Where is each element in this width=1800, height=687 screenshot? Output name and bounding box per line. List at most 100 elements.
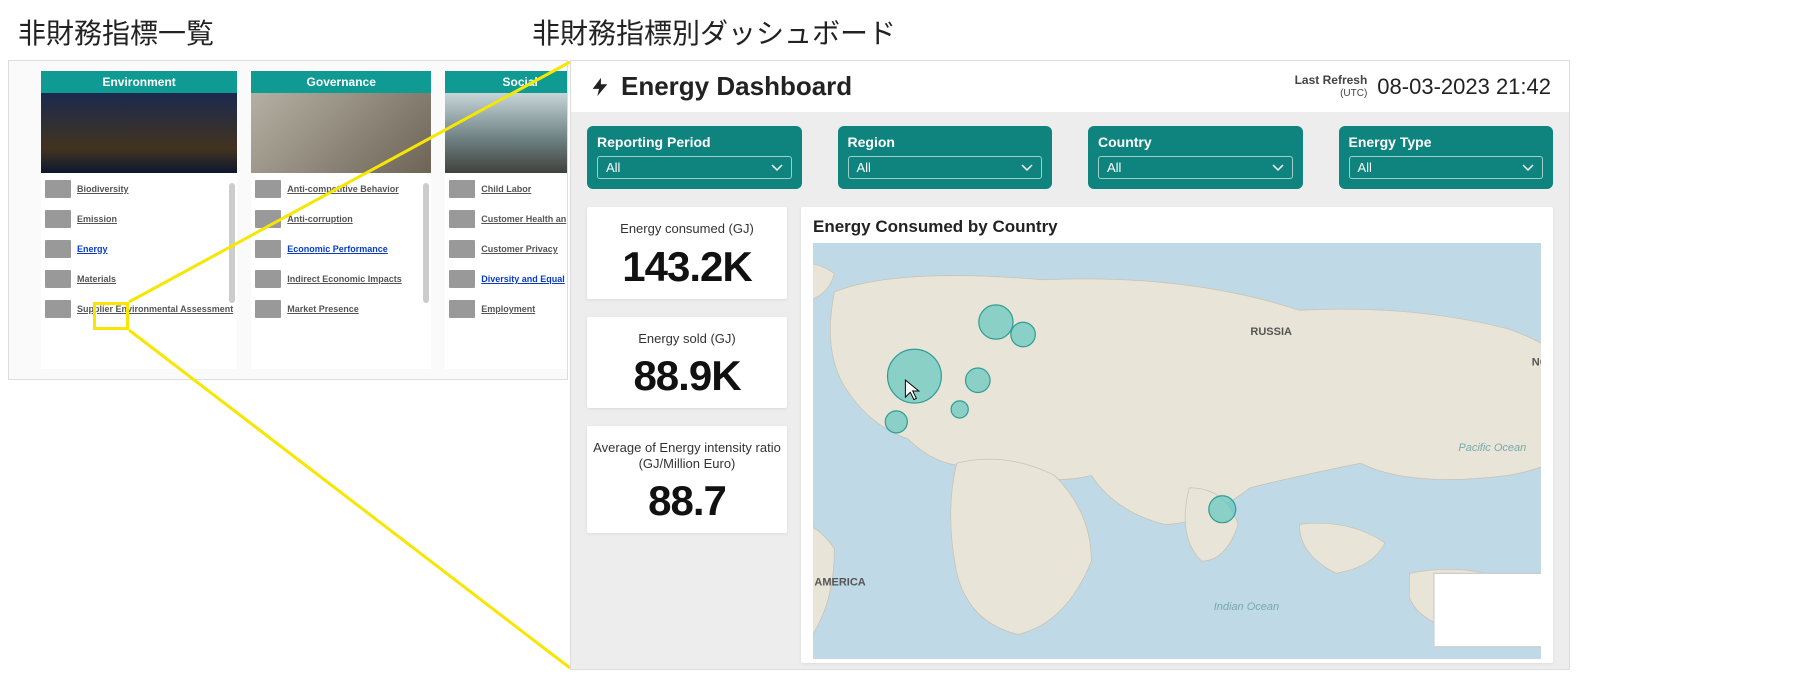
item-customer-privacy[interactable]: Customer Privacy xyxy=(447,237,568,261)
col-header-social: Social xyxy=(445,71,568,93)
item-label: Customer Privacy xyxy=(481,244,558,254)
filter-select-region[interactable]: All xyxy=(848,156,1043,179)
filter-value: All xyxy=(1107,160,1121,175)
col-image-social xyxy=(445,93,568,173)
col-list-environment: Biodiversity Emission Energy Materials S… xyxy=(41,173,237,369)
kpi-value: 88.7 xyxy=(593,477,781,525)
thumb-icon xyxy=(449,180,475,198)
map-legend-box xyxy=(1434,573,1541,646)
thumb-icon xyxy=(449,300,475,318)
world-map[interactable]: RUSSIA NORTH AMERICA SOUTH AMERICA AUSTR… xyxy=(813,243,1541,659)
filter-row: Reporting Period All Region All Country … xyxy=(571,112,1569,207)
label-south-america: SOUTH AMERICA xyxy=(813,577,866,589)
item-supplier-env[interactable]: Supplier Environmental Assessment xyxy=(43,297,235,321)
label-indian-ocean: Indian Ocean xyxy=(1214,601,1279,613)
filter-reporting-period: Reporting Period All xyxy=(587,126,802,189)
item-label: Supplier Environmental Assessment xyxy=(77,304,233,314)
dashboard-title-text: Energy Dashboard xyxy=(621,71,852,102)
col-list-governance: Anti-competitive Behavior Anti-corruptio… xyxy=(251,173,431,369)
col-image-governance xyxy=(251,93,431,173)
item-economic-performance[interactable]: Economic Performance xyxy=(253,237,429,261)
item-label: Child Labor xyxy=(481,184,531,194)
bubble-scandinavia[interactable] xyxy=(979,305,1013,339)
last-refresh: Last Refresh (UTC) 08-03-2023 21:42 xyxy=(1295,74,1551,100)
kpi-energy-consumed[interactable]: Energy consumed (GJ) 143.2K xyxy=(587,207,787,299)
filter-label: Region xyxy=(848,134,1043,150)
thumb-icon xyxy=(255,210,281,228)
item-biodiversity[interactable]: Biodiversity xyxy=(43,177,235,201)
filter-label: Reporting Period xyxy=(597,134,792,150)
item-label: Indirect Economic Impacts xyxy=(287,274,402,284)
col-header-governance: Governance xyxy=(251,71,431,93)
dashboard-title: Energy Dashboard xyxy=(589,71,852,102)
last-refresh-label: Last Refresh (UTC) xyxy=(1295,74,1368,98)
thumb-icon xyxy=(449,210,475,228)
catalogue-col-social: Social Child Labor Customer Health an Cu… xyxy=(445,71,568,369)
last-refresh-value: 08-03-2023 21:42 xyxy=(1377,74,1551,100)
chevron-down-icon xyxy=(771,162,783,174)
scrollbar[interactable] xyxy=(423,183,429,303)
filter-region: Region All xyxy=(838,126,1053,189)
thumb-icon xyxy=(255,180,281,198)
kpi-energy-intensity[interactable]: Average of Energy intensity ratio (GJ/Mi… xyxy=(587,426,787,533)
thumb-icon xyxy=(45,240,71,258)
item-child-labor[interactable]: Child Labor xyxy=(447,177,568,201)
map-title: Energy Consumed by Country xyxy=(813,217,1541,237)
item-label: Customer Health an xyxy=(481,214,566,224)
thumb-icon xyxy=(255,270,281,288)
filter-select-energy-type[interactable]: All xyxy=(1349,156,1544,179)
item-label: Economic Performance xyxy=(287,244,388,254)
item-label: Market Presence xyxy=(287,304,359,314)
label-russia: RUSSIA xyxy=(1250,326,1292,338)
chevron-down-icon xyxy=(1021,162,1033,174)
bubble-iberia[interactable] xyxy=(885,411,907,433)
filter-value: All xyxy=(1358,160,1372,175)
kpi-column: Energy consumed (GJ) 143.2K Energy sold … xyxy=(587,207,787,663)
kpi-value: 143.2K xyxy=(593,243,781,291)
item-employment[interactable]: Employment xyxy=(447,297,568,321)
item-label: Energy xyxy=(77,244,108,254)
item-customer-health[interactable]: Customer Health an xyxy=(447,207,568,231)
bubble-south-eu[interactable] xyxy=(951,401,968,418)
col-image-environment xyxy=(41,93,237,173)
item-market-presence[interactable]: Market Presence xyxy=(253,297,429,321)
thumb-icon xyxy=(45,300,71,318)
item-anticompetitive[interactable]: Anti-competitive Behavior xyxy=(253,177,429,201)
chevron-down-icon xyxy=(1272,162,1284,174)
item-anticorruption[interactable]: Anti-corruption xyxy=(253,207,429,231)
bubble-central-eu[interactable] xyxy=(966,368,990,392)
item-label: Diversity and Equal xyxy=(481,274,565,284)
item-indirect-econ[interactable]: Indirect Economic Impacts xyxy=(253,267,429,291)
item-label: Biodiversity xyxy=(77,184,129,194)
item-label: Employment xyxy=(481,304,535,314)
bubble-india[interactable] xyxy=(1209,496,1236,523)
item-diversity[interactable]: Diversity and Equal xyxy=(447,267,568,291)
filter-country: Country All xyxy=(1088,126,1303,189)
filter-label: Country xyxy=(1098,134,1293,150)
kpi-title: Energy consumed (GJ) xyxy=(593,221,781,237)
scrollbar[interactable] xyxy=(229,183,235,303)
bolt-icon xyxy=(589,74,611,100)
item-emission[interactable]: Emission xyxy=(43,207,235,231)
kpi-title: Average of Energy intensity ratio (GJ/Mi… xyxy=(593,440,781,471)
item-materials[interactable]: Materials xyxy=(43,267,235,291)
thumb-icon xyxy=(255,240,281,258)
kpi-energy-sold[interactable]: Energy sold (GJ) 88.9K xyxy=(587,317,787,409)
chevron-down-icon xyxy=(1522,162,1534,174)
thumb-icon xyxy=(45,180,71,198)
bubble-scand-small[interactable] xyxy=(1011,322,1035,346)
dashboard-heading: 非財務指標別ダッシュボード xyxy=(532,12,896,52)
filter-select-country[interactable]: All xyxy=(1098,156,1293,179)
catalogue-col-governance: Governance Anti-competitive Behavior Ant… xyxy=(251,71,431,369)
indicator-catalogue: Environment Biodiversity Emission Energy… xyxy=(8,60,568,380)
item-label: Anti-competitive Behavior xyxy=(287,184,399,194)
dashboard-body: Energy consumed (GJ) 143.2K Energy sold … xyxy=(571,207,1569,669)
item-energy[interactable]: Energy xyxy=(43,237,235,261)
filter-label: Energy Type xyxy=(1349,134,1544,150)
thumb-icon xyxy=(45,270,71,288)
filter-energy-type: Energy Type All xyxy=(1339,126,1554,189)
catalogue-col-environment: Environment Biodiversity Emission Energy… xyxy=(41,71,237,369)
thumb-icon xyxy=(45,210,71,228)
filter-value: All xyxy=(857,160,871,175)
filter-select-reporting-period[interactable]: All xyxy=(597,156,792,179)
